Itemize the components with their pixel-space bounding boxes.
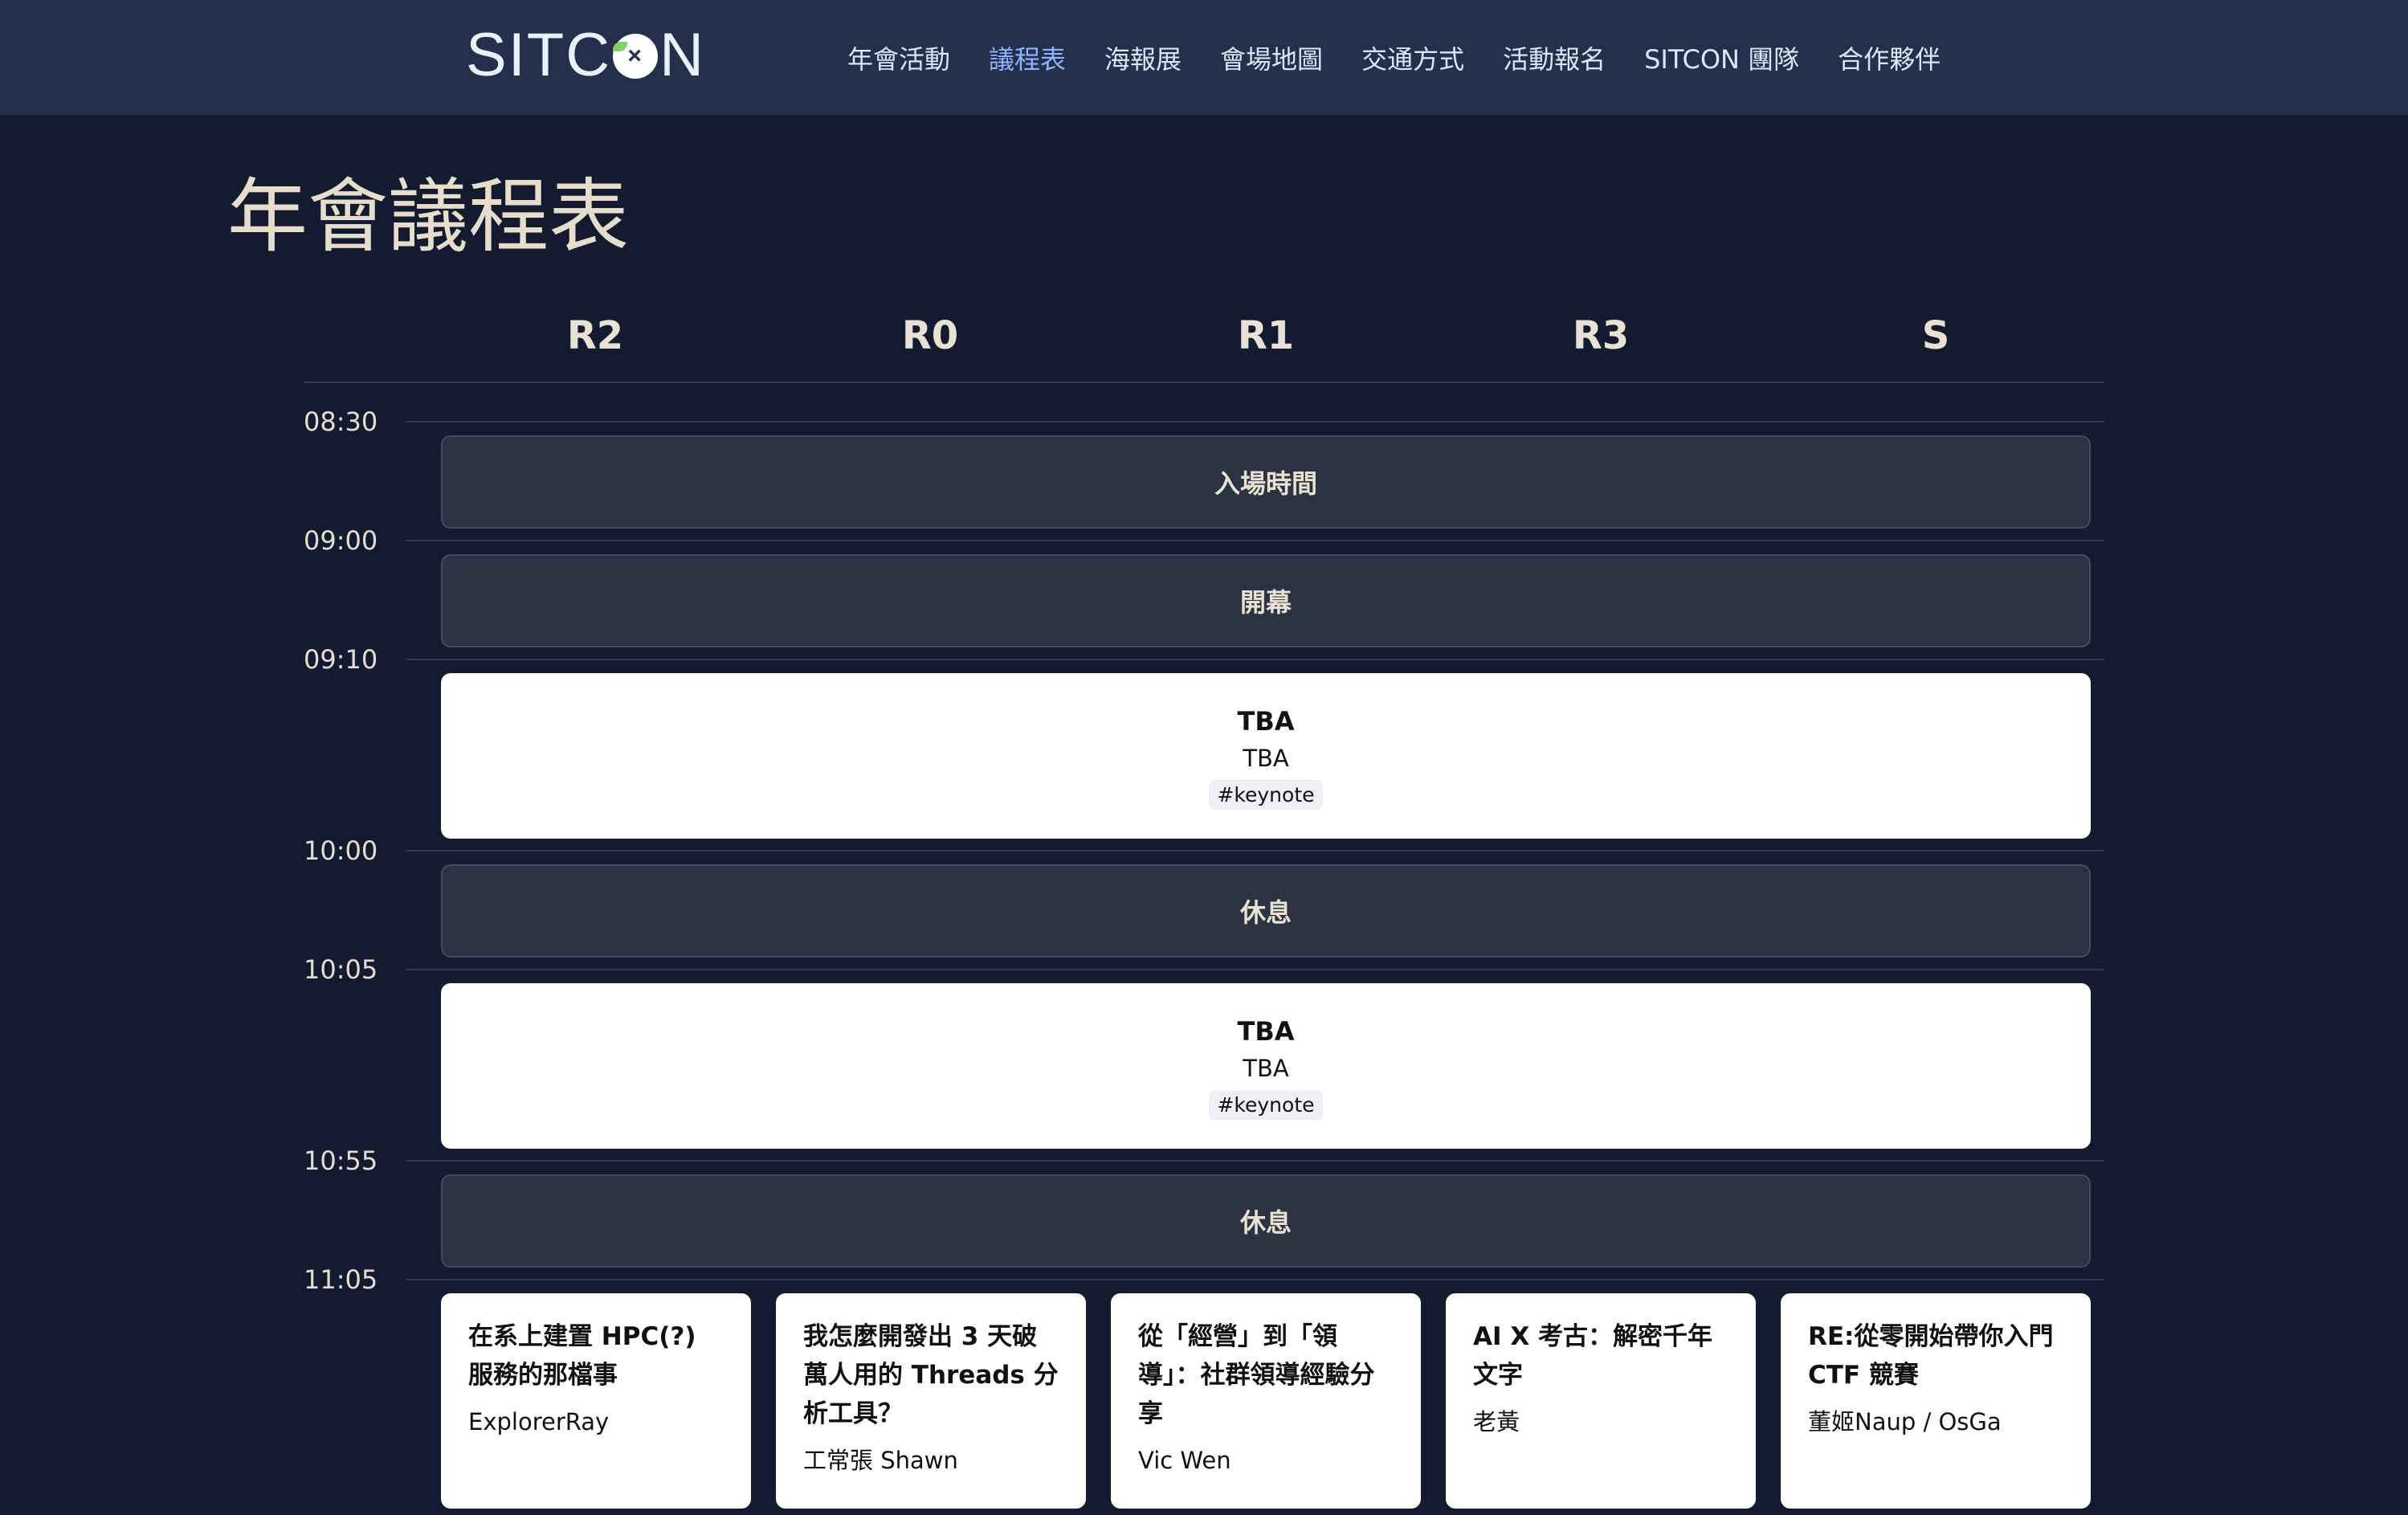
session-speaker: TBA [1243, 744, 1289, 772]
grid-line [406, 850, 2104, 851]
logo-text-left: SITC [466, 21, 612, 89]
talk-title: RE:從零開始帶你入門 CTF 競賽 [1808, 1322, 2054, 1390]
talk-card-r1[interactable]: 從「經營」到「領導」：社群領導經驗分享 Vic Wen [1111, 1293, 1421, 1509]
nav-link-team[interactable]: SITCON 團隊 [1644, 39, 1799, 76]
grid-line [406, 421, 2104, 423]
header-divider [304, 382, 2104, 383]
nav-link-agenda[interactable]: 議程表 [989, 39, 1066, 76]
session-label: 休息 [1239, 897, 1292, 928]
grid-line [406, 1279, 2104, 1280]
nav-link-partners[interactable]: 合作夥伴 [1838, 39, 1941, 76]
talk-card-r3[interactable]: AI X 考古：解密千年文字 老黃 [1446, 1293, 1756, 1509]
room-header-r1: R1 [1237, 313, 1295, 358]
nav-link-registration[interactable]: 活動報名 [1503, 39, 1606, 76]
session-keynote-1[interactable]: TBA TBA #keynote [441, 673, 2091, 839]
page-title: 年會議程表 [227, 169, 629, 263]
nav-links: 年會活動 議程表 海報展 會場地圖 交通方式 活動報名 SITCON 團隊 合作… [847, 35, 1941, 80]
talk-card-s[interactable]: RE:從零開始帶你入門 CTF 競賽 董姬Naup / OsGa [1781, 1293, 2091, 1509]
sitcon-logo[interactable]: SITC × N [466, 19, 705, 92]
time-label: 09:00 [304, 525, 378, 556]
grid-line [406, 540, 2104, 541]
session-title: TBA [1237, 1015, 1295, 1047]
session-label: 休息 [1239, 1207, 1292, 1238]
time-label: 09:10 [304, 644, 378, 675]
session-tag: #keynote [1209, 1089, 1323, 1120]
talk-speaker: ExplorerRay [468, 1408, 610, 1435]
session-speaker: TBA [1243, 1054, 1289, 1082]
nav-link-venue-map[interactable]: 會場地圖 [1220, 39, 1323, 76]
talk-speaker: 工常張 Shawn [803, 1447, 958, 1474]
grid-line [406, 1160, 2104, 1162]
room-header-r2: R2 [566, 313, 624, 358]
time-label: 08:30 [304, 406, 378, 437]
session-label: 入場時間 [1214, 468, 1317, 499]
talk-title: AI X 考古：解密千年文字 [1473, 1322, 1713, 1390]
room-header-r0: R0 [901, 313, 959, 358]
time-label: 10:05 [304, 954, 378, 985]
session-label: 開幕 [1239, 587, 1292, 618]
time-label: 10:00 [304, 835, 378, 866]
logo-text-right: N [659, 21, 706, 89]
grid-line [406, 969, 2104, 970]
session-break-1[interactable]: 休息 [441, 864, 2091, 958]
session-opening[interactable]: 開幕 [441, 554, 2091, 647]
logo-o-icon: × [613, 33, 659, 79]
talk-card-r0[interactable]: 我怎麼開發出 3 天破萬人用的 Threads 分析工具？ 工常張 Shawn [776, 1293, 1086, 1509]
session-tag: #keynote [1209, 779, 1323, 810]
talk-speaker: 老黃 [1473, 1408, 1520, 1435]
room-header-r3: R3 [1572, 313, 1630, 358]
session-keynote-2[interactable]: TBA TBA #keynote [441, 983, 2091, 1149]
time-label: 10:55 [304, 1145, 378, 1176]
nav-link-posters[interactable]: 海報展 [1104, 39, 1182, 76]
logo-x-mark: × [627, 42, 643, 69]
talk-card-r2[interactable]: 在系上建置 HPC(?) 服務的那檔事 ExplorerRay [441, 1293, 751, 1509]
nav-link-events[interactable]: 年會活動 [847, 39, 950, 76]
session-check-in[interactable]: 入場時間 [441, 435, 2091, 529]
talk-title: 在系上建置 HPC(?) 服務的那檔事 [468, 1322, 696, 1390]
top-navbar: SITC × N 年會活動 議程表 海報展 會場地圖 交通方式 活動報名 SITCO… [0, 0, 2408, 115]
time-label: 11:05 [304, 1264, 378, 1295]
talk-speaker: 董姬Naup / OsGa [1808, 1408, 2002, 1435]
room-header-s: S [1921, 313, 1950, 358]
talk-title: 從「經營」到「領導」：社群領導經驗分享 [1138, 1322, 1375, 1428]
nav-link-transport[interactable]: 交通方式 [1361, 39, 1464, 76]
talk-title: 我怎麼開發出 3 天破萬人用的 Threads 分析工具？ [803, 1322, 1059, 1428]
talk-speaker: Vic Wen [1138, 1447, 1231, 1474]
session-break-2[interactable]: 休息 [441, 1174, 2091, 1268]
grid-line [406, 659, 2104, 660]
session-title: TBA [1237, 705, 1295, 737]
